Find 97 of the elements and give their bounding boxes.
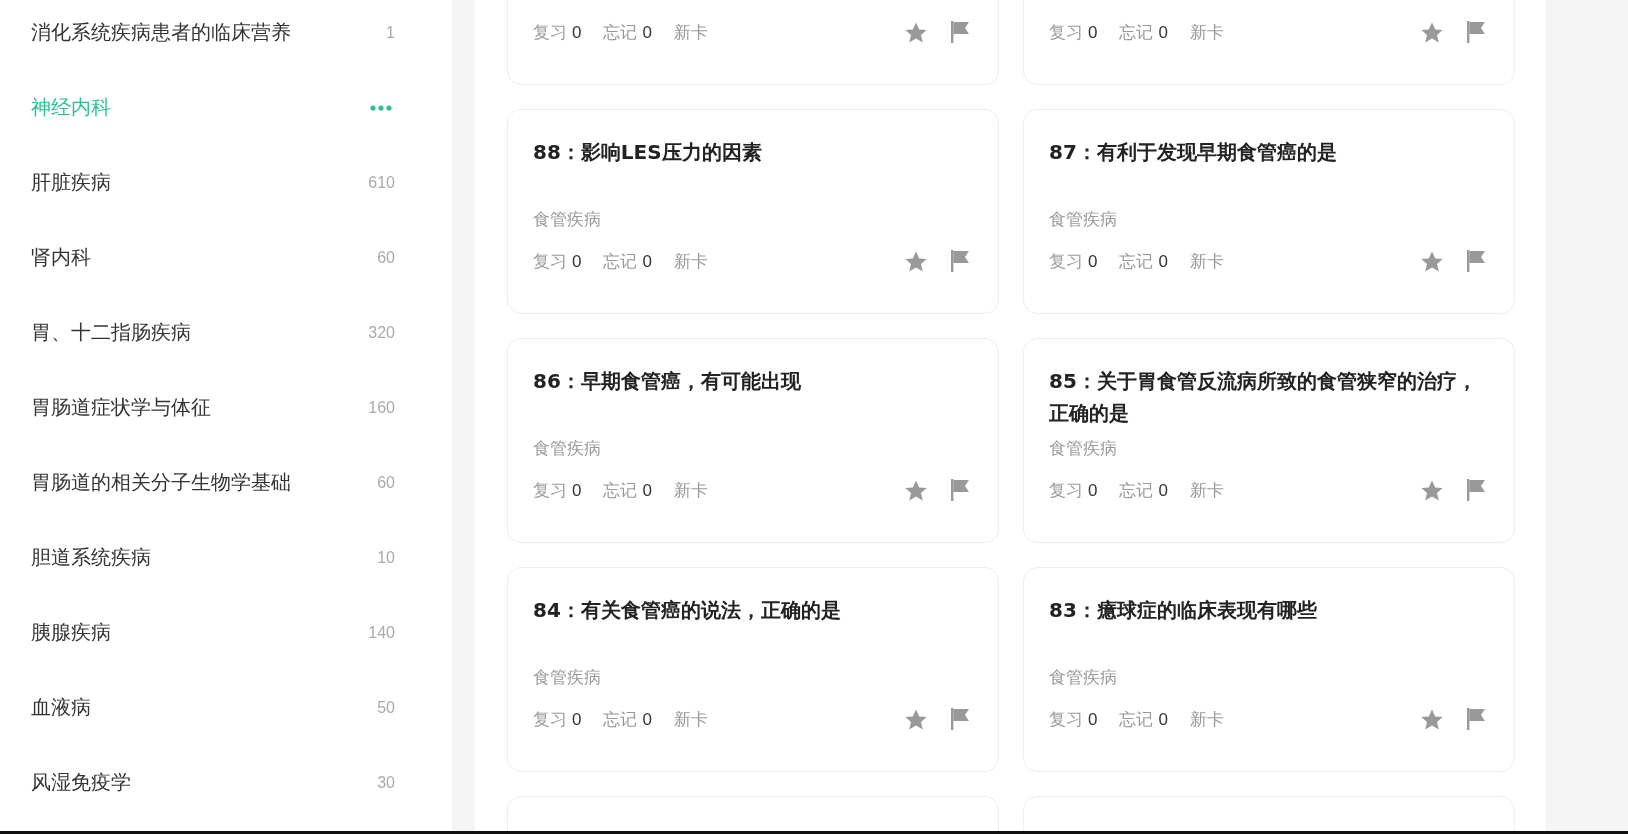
stat-label: 新卡 [673,20,708,44]
stat-label: 新卡 [673,478,708,502]
category-label: 食管疾病 [1049,437,1118,460]
item-count: 10 [377,548,395,567]
stat-label: 忘记 [1119,707,1154,731]
stat-label: 复习 [533,707,567,731]
stat-label: 忘记 [1119,20,1154,44]
item-count: 140 [368,623,395,642]
stat-label: 复习 [533,249,567,273]
sidebar-item[interactable]: 胰腺疾病 140 [0,595,452,670]
stat-count: 0 [572,251,582,272]
question-card[interactable]: 85：关于胃食管反流病所致的食管狭窄的治疗，正确的是 食管疾病 复习 0 忘记 0 新卡 [1023,338,1515,543]
question-card[interactable]: 复习 0 忘记 0 新卡 [507,0,999,85]
question-title: 88：影响LES压力的因素 [533,139,763,166]
question-title: 84：有关食管癌的说法，正确的是 [533,597,842,624]
stat-label: 新卡 [1189,20,1224,44]
flag-icon[interactable] [951,250,969,272]
flag-icon[interactable] [951,21,969,43]
stat-count: 0 [1088,480,1098,501]
flag-icon[interactable] [951,708,969,730]
stat-label: 新卡 [1189,249,1224,273]
star-icon[interactable] [905,479,927,501]
question-card[interactable]: 88：影响LES压力的因素 食管疾病 复习 0 忘记 0 新卡 [507,109,999,314]
stat-label: 复习 [1049,707,1083,731]
star-icon[interactable] [1421,250,1443,272]
stat-count: 0 [572,709,582,730]
item-count: 60 [377,473,395,492]
stat-label: 忘记 [1119,249,1154,273]
stat-label: 复习 [533,478,567,502]
stat-count: 0 [1088,22,1098,43]
stat-count: 0 [642,251,652,272]
sidebar-item[interactable]: 胃肠道症状学与体征 160 [0,370,452,445]
item-count: 50 [377,698,395,717]
item-count: 320 [368,323,395,342]
item-count: 1 [386,23,395,42]
stat-count: 0 [642,22,652,43]
stat-label: 复习 [1049,249,1083,273]
stat-label: 忘记 [603,249,638,273]
flag-icon[interactable] [1467,479,1485,501]
stat-count: 0 [1088,251,1098,272]
question-card[interactable]: 87：有利于发现早期食管癌的是 食管疾病 复习 0 忘记 0 新卡 [1023,109,1515,314]
stat-count: 0 [1158,251,1168,272]
category-label: 食管疾病 [533,437,602,460]
sidebar-item[interactable]: 肾内科 60 [0,220,452,295]
category-label: 食管疾病 [533,666,602,689]
stat-count: 0 [572,22,582,43]
stat-count: 0 [1158,22,1168,43]
question-title: 87：有利于发现早期食管癌的是 [1049,139,1338,166]
stat-count: 0 [572,480,582,501]
flag-icon[interactable] [951,479,969,501]
sidebar-item[interactable]: 肝脏疾病 610 [0,145,452,220]
stat-label: 忘记 [603,478,638,502]
sidebar-item[interactable]: 胆道系统疾病 10 [0,520,452,595]
stat-label: 新卡 [673,707,708,731]
item-count: 160 [368,398,395,417]
star-icon[interactable] [905,708,927,730]
star-icon[interactable] [905,250,927,272]
sidebar-item[interactable]: 血液病 50 [0,670,452,745]
stat-count: 0 [1088,709,1098,730]
question-card[interactable]: 86：早期食管癌，有可能出现 食管疾病 复习 0 忘记 0 新卡 [507,338,999,543]
item-count: 30 [377,773,395,792]
stat-label: 新卡 [1189,478,1224,502]
question-card[interactable]: 83：癔球症的临床表现有哪些 食管疾病 复习 0 忘记 0 新卡 [1023,567,1515,772]
category-label: 食管疾病 [1049,208,1118,231]
star-icon[interactable] [1421,479,1443,501]
question-card[interactable]: 复习 0 忘记 0 新卡 [1023,0,1515,85]
item-count: 60 [377,248,395,267]
star-icon[interactable] [1421,21,1443,43]
stat-count: 0 [1158,709,1168,730]
stat-label: 新卡 [1189,707,1224,731]
stat-count: 0 [642,480,652,501]
stat-label: 忘记 [603,707,638,731]
star-icon[interactable] [905,21,927,43]
stat-label: 复习 [1049,20,1083,44]
question-title: 86：早期食管癌，有可能出现 [533,368,802,395]
flag-icon[interactable] [1467,250,1485,272]
more-icon[interactable] [370,104,392,111]
stat-label: 复习 [1049,478,1083,502]
question-title: 83：癔球症的临床表现有哪些 [1049,597,1318,624]
flag-icon[interactable] [1467,708,1485,730]
sidebar-item[interactable]: 胃肠道的相关分子生物学基础 60 [0,445,452,520]
sidebar-item[interactable]: 消化系统疾病患者的临床营养 1 [0,0,452,70]
stat-count: 0 [1158,480,1168,501]
flag-icon[interactable] [1467,21,1485,43]
sidebar-item[interactable]: 胃、十二指肠疾病 320 [0,295,452,370]
stat-label: 忘记 [603,20,638,44]
category-label: 食管疾病 [533,208,602,231]
question-card[interactable]: 84：有关食管癌的说法，正确的是 食管疾病 复习 0 忘记 0 新卡 [507,567,999,772]
stat-label: 忘记 [1119,478,1154,502]
stat-count: 0 [642,709,652,730]
item-count: 610 [368,173,395,192]
stat-label: 复习 [533,20,567,44]
category-label: 食管疾病 [1049,666,1118,689]
question-title: 85：关于胃食管反流病所致的食管狭窄的治疗，正确的是 [1049,368,1478,427]
sidebar-item[interactable]: 风湿免疫学 30 [0,745,452,820]
star-icon[interactable] [1421,708,1443,730]
stat-label: 新卡 [673,249,708,273]
